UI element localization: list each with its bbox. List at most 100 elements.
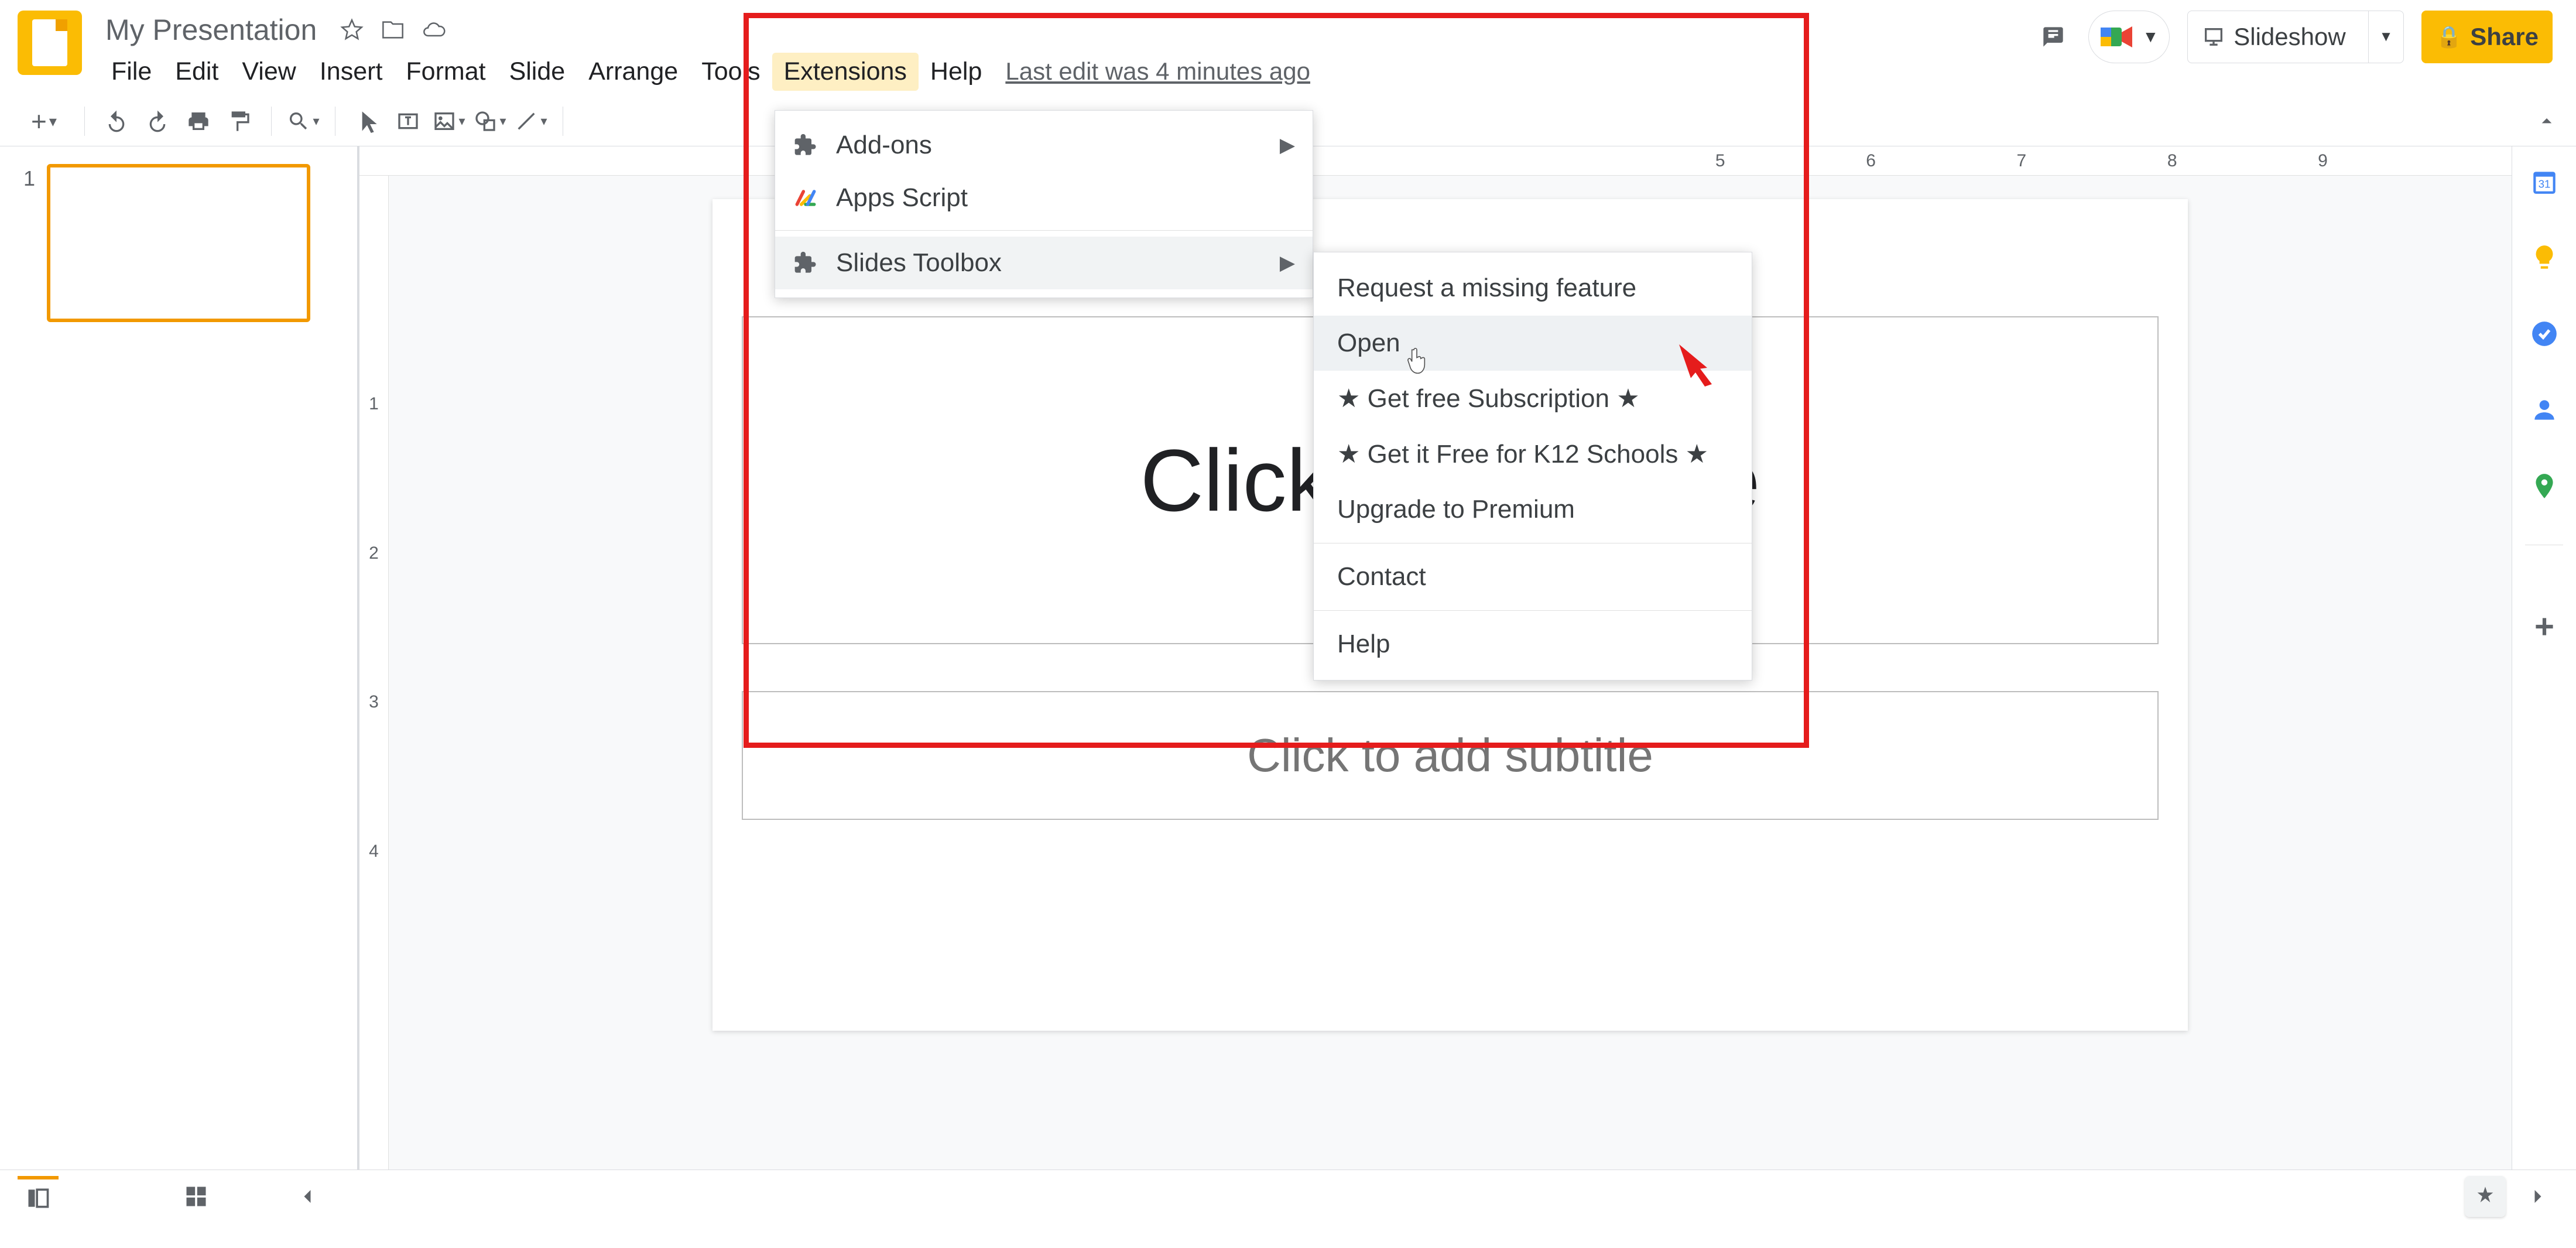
menu-arrange[interactable]: Arrange: [577, 53, 690, 91]
addon-icon: [793, 132, 818, 158]
submenu-open[interactable]: Open: [1314, 316, 1752, 371]
share-label: Share: [2470, 23, 2539, 51]
header-right: ▼ Slideshow ▼ 🔒 Share: [2036, 11, 2559, 63]
calendar-icon[interactable]: 31: [2527, 164, 2562, 199]
slide-thumbnail[interactable]: [47, 164, 310, 322]
collapse-filmstrip-button[interactable]: [287, 1176, 328, 1217]
thumbnail-panel[interactable]: 1: [0, 146, 357, 1170]
menu-separator: [1314, 610, 1752, 611]
menu-bar: File Edit View Insert Format Slide Arran…: [100, 53, 1322, 91]
menu-tools[interactable]: Tools: [690, 53, 772, 91]
menu-label: Slides Toolbox: [836, 248, 1002, 278]
vertical-ruler[interactable]: 1 2 3 4: [359, 176, 389, 1170]
submenu-upgrade-premium[interactable]: Upgrade to Premium: [1314, 482, 1752, 537]
meet-icon: [2099, 24, 2135, 50]
separator: [84, 107, 85, 136]
submenu-request-feature[interactable]: Request a missing feature: [1314, 261, 1752, 316]
menu-item-slides-toolbox[interactable]: Slides Toolbox ▶: [775, 237, 1313, 289]
last-edit-link[interactable]: Last edit was 4 minutes ago: [994, 53, 1322, 91]
ruler-tick: 7: [2017, 151, 2027, 171]
ruler-tick: 1: [369, 394, 379, 414]
ruler-tick: 2: [369, 543, 379, 563]
redo-button[interactable]: [140, 104, 175, 139]
menu-extensions[interactable]: Extensions: [772, 53, 919, 91]
app-header: My Presentation File Edit View Insert Fo…: [0, 0, 2576, 97]
meet-button[interactable]: ▼: [2088, 11, 2170, 63]
paint-format-button[interactable]: [222, 104, 257, 139]
slideshow-label: Slideshow: [2234, 23, 2345, 51]
menu-view[interactable]: View: [230, 53, 307, 91]
ruler-tick: 4: [369, 842, 379, 861]
ruler-tick: 8: [2167, 151, 2177, 171]
menu-label: Apps Script: [836, 183, 968, 213]
menu-separator: [775, 230, 1313, 231]
lock-icon: 🔒: [2435, 25, 2462, 49]
main-area: 1 5 6 7 8 9 1 2 3 4 Click to add title C…: [0, 146, 2576, 1170]
addon-icon: [793, 250, 818, 276]
submenu-get-free-subscription[interactable]: ★ Get free Subscription ★: [1314, 371, 1752, 426]
menu-help[interactable]: Help: [919, 53, 994, 91]
slideshow-dropdown[interactable]: ▼: [2368, 11, 2404, 63]
print-button[interactable]: [181, 104, 216, 139]
contacts-icon[interactable]: [2527, 392, 2562, 428]
submenu-get-free-k12[interactable]: ★ Get it Free for K12 Schools ★: [1314, 426, 1752, 482]
move-icon[interactable]: [381, 18, 405, 42]
extensions-menu: Add-ons ▶ Apps Script Slides Toolbox ▶: [775, 110, 1313, 298]
side-panel: 31: [2512, 146, 2576, 1170]
filmstrip-view-button[interactable]: [18, 1176, 59, 1217]
menu-file[interactable]: File: [100, 53, 163, 91]
submenu-help[interactable]: Help: [1314, 617, 1752, 672]
document-title[interactable]: My Presentation: [100, 11, 323, 49]
ruler-tick: 5: [1715, 151, 1725, 171]
keep-icon[interactable]: [2527, 240, 2562, 275]
zoom-button[interactable]: ▾: [286, 104, 321, 139]
slide-number: 1: [23, 164, 35, 191]
shape-tool[interactable]: ▾: [472, 104, 508, 139]
chevron-right-icon: ▶: [1280, 251, 1295, 275]
separator: [271, 107, 272, 136]
image-tool[interactable]: ▾: [431, 104, 467, 139]
star-icon[interactable]: [340, 18, 364, 42]
subtitle-placeholder-box[interactable]: Click to add subtitle: [742, 691, 2159, 820]
menu-slide[interactable]: Slide: [498, 53, 577, 91]
select-tool[interactable]: [350, 104, 385, 139]
menu-item-addons[interactable]: Add-ons ▶: [775, 119, 1313, 172]
slides-toolbox-submenu: Request a missing feature Open ★ Get fre…: [1313, 252, 1752, 681]
ruler-tick: 9: [2318, 151, 2328, 171]
menu-item-apps-script[interactable]: Apps Script: [775, 172, 1313, 224]
undo-button[interactable]: [99, 104, 134, 139]
subtitle-placeholder-text: Click to add subtitle: [1247, 729, 1653, 782]
grid-view-button[interactable]: [176, 1176, 217, 1217]
explore-button[interactable]: [2465, 1176, 2506, 1217]
ruler-tick: 3: [369, 692, 379, 712]
tasks-icon[interactable]: [2527, 316, 2562, 351]
maps-icon[interactable]: [2527, 469, 2562, 504]
menu-format[interactable]: Format: [394, 53, 497, 91]
submenu-contact[interactable]: Contact: [1314, 549, 1752, 604]
expand-side-panel-button[interactable]: [2517, 1176, 2558, 1217]
chevron-right-icon: ▶: [1280, 134, 1295, 157]
line-tool[interactable]: ▾: [513, 104, 549, 139]
plus-icon: +: [31, 105, 47, 137]
menu-label: Add-ons: [836, 131, 932, 160]
title-area: My Presentation File Edit View Insert Fo…: [100, 11, 1322, 91]
textbox-tool[interactable]: [390, 104, 426, 139]
comments-icon[interactable]: [2036, 19, 2071, 54]
chevron-down-icon: ▼: [2379, 29, 2393, 45]
new-slide-button[interactable]: +▾: [18, 104, 70, 139]
bottom-bar: [0, 1170, 2576, 1222]
menu-insert[interactable]: Insert: [308, 53, 395, 91]
add-addon-icon[interactable]: [2527, 609, 2562, 644]
chevron-down-icon: ▼: [2143, 28, 2159, 46]
share-button[interactable]: 🔒 Share: [2421, 11, 2553, 63]
slides-app-icon[interactable]: [18, 11, 82, 75]
menu-edit[interactable]: Edit: [163, 53, 230, 91]
cloud-status-icon[interactable]: [422, 18, 446, 42]
collapse-toolbar-button[interactable]: [2529, 104, 2564, 139]
chevron-down-icon: ▾: [49, 112, 57, 131]
svg-text:31: 31: [2538, 177, 2550, 190]
slideshow-button[interactable]: Slideshow ▼: [2187, 11, 2404, 63]
horizontal-ruler[interactable]: 5 6 7 8 9: [359, 146, 2512, 176]
apps-script-icon: [793, 185, 818, 211]
ruler-tick: 6: [1866, 151, 1876, 171]
